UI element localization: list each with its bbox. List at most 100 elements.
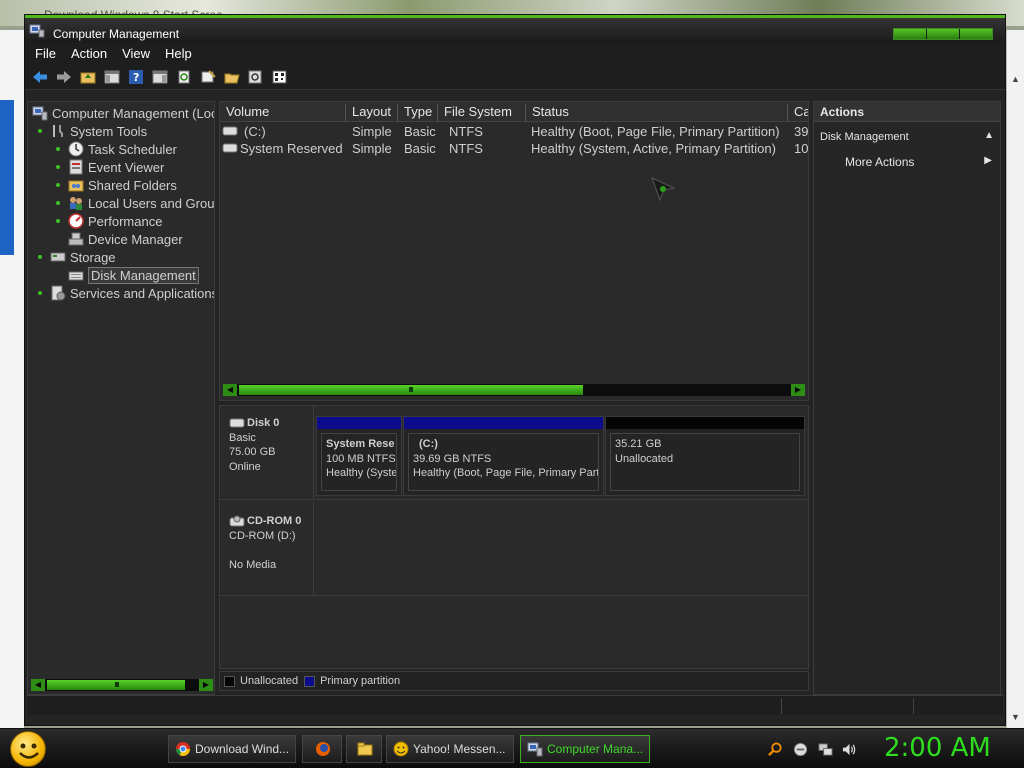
tree-item-storage[interactable]: Storage (38, 248, 116, 266)
column-layout[interactable]: Layout (346, 104, 398, 122)
properties-button[interactable] (199, 68, 217, 86)
services-icon (51, 285, 66, 301)
table-row[interactable]: System Reserved Simple Basic NTFS Health… (220, 141, 809, 158)
scroll-right-icon[interactable]: ▶ (791, 384, 805, 396)
partition-unallocated[interactable]: 35.21 GB Unallocated (605, 416, 805, 496)
tree-expander[interactable] (38, 255, 42, 259)
help-button[interactable]: ? (127, 68, 145, 86)
legend-label: Primary partition (320, 675, 401, 687)
storage-icon (50, 252, 66, 262)
start-button[interactable] (10, 731, 46, 767)
legend-swatch (304, 675, 316, 687)
disk-name: CD-ROM 0 (229, 514, 313, 529)
disk-state: Online (229, 460, 261, 473)
tree-item-task-scheduler[interactable]: Task Scheduler (56, 140, 177, 158)
scroll-down-icon[interactable]: ▼ (1011, 712, 1020, 722)
partition-size: 100 MB NTFS (326, 452, 396, 465)
users-icon (70, 197, 82, 210)
tree-item-label: Local Users and Groups (88, 195, 214, 211)
tree-item-disk-management[interactable]: Disk Management (68, 266, 199, 284)
partition-c-drive[interactable]: (C:) 39.69 GB NTFS Healthy (Boot, Page F… (403, 416, 604, 496)
column-volume[interactable]: Volume (220, 104, 346, 122)
tree-expander[interactable] (56, 219, 60, 223)
partition-system-reserved[interactable]: System Rese 100 MB NTFS Healthy (Syste (316, 416, 402, 496)
tree-horizontal-scrollbar[interactable]: ◀ ▶ (30, 678, 214, 692)
volume-name: System Reserved (240, 141, 343, 156)
tree-item-event-viewer[interactable]: Event Viewer (56, 158, 164, 176)
title-bar[interactable]: Computer Management (25, 15, 1005, 43)
column-capacity[interactable]: Ca (788, 104, 808, 122)
task-label: Download Wind... (195, 742, 290, 756)
tree-expander[interactable] (38, 129, 42, 133)
menu-action[interactable]: Action (71, 46, 107, 61)
refresh-icon (178, 70, 190, 83)
tree-item-label: Event Viewer (88, 159, 165, 175)
computer-management-icon (32, 106, 48, 121)
menu-view[interactable]: View (122, 46, 150, 61)
search-button[interactable] (247, 68, 265, 86)
volume-capacity: 10 (794, 141, 809, 156)
task-yahoo-messenger[interactable]: Yahoo! Messen... (386, 735, 514, 763)
tree-expander[interactable] (56, 201, 60, 205)
disk-row-cd-rom-0[interactable]: CD-ROM 0 CD-ROM (D:) No Media (220, 502, 808, 596)
forward-button[interactable] (55, 68, 73, 86)
close-button[interactable] (960, 29, 992, 39)
tree-expander[interactable] (38, 291, 42, 295)
show-hide-tree-button[interactable] (103, 68, 121, 86)
partition-status: Healthy (Syste (326, 467, 397, 479)
tree-clip: Computer Management (Local) System Tools… (28, 102, 214, 302)
volume-icon[interactable] (842, 742, 857, 757)
column-type[interactable]: Type (398, 104, 438, 122)
tree-expander[interactable] (56, 147, 60, 151)
volume-layout: Simple (352, 124, 392, 139)
background-window-accent (0, 100, 14, 255)
minimize-button[interactable] (894, 29, 927, 39)
qr-settings-button[interactable] (271, 68, 289, 86)
open-button[interactable] (223, 68, 241, 86)
up-folder-button[interactable] (79, 68, 97, 86)
disk-row-disk-0[interactable]: Disk 0 Basic 75.00 GB Online System Rese… (220, 406, 808, 500)
task-firefox[interactable] (302, 735, 342, 763)
tree-item-shared-folders[interactable]: Shared Folders (56, 176, 177, 194)
scroll-right-icon[interactable]: ▶ (199, 679, 213, 691)
background-scrollbar[interactable]: ▲ ▼ (1006, 30, 1024, 730)
back-button[interactable] (31, 68, 49, 86)
menu-file[interactable]: File (35, 46, 56, 61)
tree-expander[interactable] (56, 165, 60, 169)
column-file-system[interactable]: File System (438, 104, 526, 122)
disk-management-icon (68, 271, 84, 281)
toolbar: ? (25, 64, 1005, 90)
volume-status: Healthy (Boot, Page File, Primary Partit… (531, 124, 780, 139)
maximize-button[interactable] (927, 29, 960, 39)
console-tree-icon (104, 70, 120, 83)
tree-root[interactable]: Computer Management (Local) (32, 104, 214, 122)
task-computer-management[interactable]: Computer Mana... (520, 735, 650, 763)
search-icon[interactable] (768, 742, 783, 757)
table-row[interactable]: (C:) Simple Basic NTFS Healthy (Boot, Pa… (220, 124, 808, 141)
network-icon[interactable] (818, 742, 833, 757)
tree-item-services-applications[interactable]: Services and Applications (38, 284, 214, 302)
scroll-left-icon[interactable]: ◀ (31, 679, 45, 691)
task-download-windows[interactable]: Download Wind... (168, 735, 296, 763)
tree-item-performance[interactable]: Performance (56, 212, 162, 230)
drive-icon (222, 124, 238, 139)
collapse-icon[interactable]: ▲ (984, 130, 994, 141)
show-hide-action-pane-button[interactable] (151, 68, 169, 86)
tree-expander[interactable] (56, 183, 60, 187)
actions-section-disk-management[interactable]: Disk Management ▲ (814, 128, 1000, 148)
menu-help[interactable]: Help (165, 46, 192, 61)
task-file-explorer[interactable] (346, 735, 382, 763)
tree-item-device-manager[interactable]: Device Manager (68, 230, 183, 248)
column-status[interactable]: Status (526, 104, 788, 122)
scroll-up-icon[interactable]: ▲ (1011, 74, 1020, 84)
tree-item-local-users[interactable]: Local Users and Groups (56, 194, 214, 212)
tree-item-system-tools[interactable]: System Tools (38, 122, 147, 140)
window-controls[interactable] (893, 28, 993, 40)
refresh-button[interactable] (175, 68, 193, 86)
scroll-left-icon[interactable]: ◀ (223, 384, 237, 396)
volume-horizontal-scrollbar[interactable]: ◀ ▶ (222, 383, 806, 397)
status-icon[interactable] (793, 742, 808, 757)
more-actions-item[interactable]: More Actions ▶ (814, 152, 1000, 172)
clock[interactable]: 2:00 AM (884, 733, 991, 763)
partition-size: 35.21 GB (615, 438, 662, 450)
